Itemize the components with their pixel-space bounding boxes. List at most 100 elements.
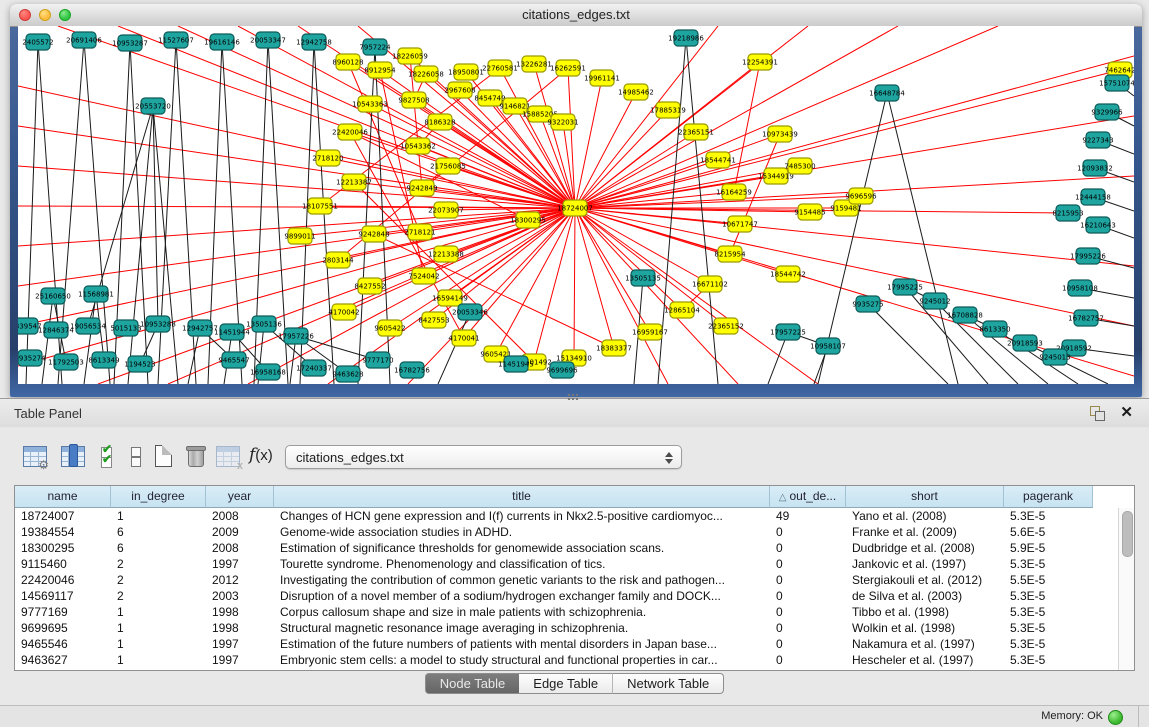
column-visibility-icon[interactable] [60, 443, 86, 469]
panel-split-handle[interactable] [567, 393, 579, 400]
graph-node[interactable]: 8427552 [354, 278, 385, 294]
column-header-name[interactable]: name [15, 486, 111, 508]
column-header-title[interactable]: title [274, 486, 770, 508]
graph-node[interactable]: 16262591 [550, 60, 586, 76]
column-header-in-degree[interactable]: in_degree [111, 486, 206, 508]
graph-node[interactable]: 16782756 [394, 362, 430, 378]
graph-node[interactable]: 18226059 [392, 48, 428, 64]
graph-node[interactable]: 10973439 [762, 126, 798, 142]
table-scrollbar[interactable] [1118, 508, 1134, 670]
graph-node[interactable]: 7524042 [408, 268, 439, 284]
deselect-rows-icon[interactable] [124, 443, 150, 469]
column-header-short[interactable]: short [846, 486, 1004, 508]
graph-node[interactable]: 9899011 [284, 228, 315, 244]
graph-node[interactable]: 12213387 [336, 174, 372, 190]
network-table-select[interactable]: citations_edges.txt [285, 445, 682, 469]
graph-node[interactable]: 16648784 [869, 85, 905, 101]
graph-node[interactable]: 7485300 [784, 158, 815, 174]
graph-node[interactable]: 11451944 [214, 324, 250, 340]
graph-node[interactable]: 20918593 [1007, 335, 1043, 351]
graph-node[interactable]: 17995226 [1070, 248, 1106, 264]
graph-node[interactable]: 10953287 [112, 35, 148, 51]
graph-node[interactable]: 8613350 [979, 321, 1010, 337]
graph-node[interactable]: 11568981 [78, 286, 114, 302]
graph-node[interactable]: 2718120 [312, 150, 343, 166]
tab-node-table[interactable]: Node Table [425, 673, 520, 694]
table-row[interactable]: 1872400712008Changes of HCN gene express… [15, 508, 1119, 524]
graph-node[interactable]: 19218986 [668, 30, 704, 46]
graph-node[interactable]: 10958107 [810, 338, 846, 354]
float-panel-icon[interactable] [1090, 406, 1105, 421]
graph-node[interactable]: 9322031 [547, 114, 578, 130]
table-scrollbar-thumb[interactable] [1122, 511, 1133, 557]
table-row[interactable]: 946362711997Embryonic stem cells: a mode… [15, 652, 1119, 668]
graph-node[interactable]: 9605422 [374, 320, 405, 336]
graph-node[interactable]: 17957225 [770, 324, 806, 340]
graph-node[interactable]: 9827508 [398, 92, 429, 108]
graph-node[interactable]: 22420046 [332, 124, 368, 140]
column-header-out-degree[interactable]: △out_de... [770, 486, 846, 508]
graph-node[interactable]: 4170042 [328, 304, 359, 320]
graph-node[interactable]: 20053347 [250, 32, 286, 48]
graph-node[interactable]: 9777170 [362, 352, 393, 368]
graph-node[interactable]: 9696596 [845, 188, 877, 204]
table-row[interactable]: 1938455462009Genome-wide association stu… [15, 524, 1119, 540]
graph-node[interactable]: 12942757 [182, 320, 218, 336]
graph-node[interactable]: 10671747 [722, 216, 758, 232]
graph-node[interactable]: 19616146 [204, 34, 240, 50]
window-titlebar[interactable]: citations_edges.txt [10, 4, 1142, 27]
graph-node[interactable]: 13226281 [516, 56, 552, 72]
graph-node[interactable]: 8215954 [714, 246, 746, 262]
graph-node[interactable]: 9227343 [1082, 132, 1113, 148]
close-panel-icon[interactable]: ✕ [1120, 403, 1133, 421]
table-options-icon[interactable]: ⚙ [22, 443, 48, 469]
graph-node[interactable]: 10543363 [352, 96, 388, 112]
graph-node[interactable]: 8912954 [364, 62, 396, 78]
graph-node[interactable]: 12846374 [38, 322, 74, 338]
graph-node[interactable]: 9329966 [1091, 104, 1123, 120]
new-column-icon[interactable] [151, 443, 177, 469]
graph-node[interactable]: 4170041 [448, 330, 479, 346]
table-row[interactable]: 1830029562008Estimation of significance … [15, 540, 1119, 556]
table-row[interactable]: 977716911998Corpus callosum shape and si… [15, 604, 1119, 620]
graph-node[interactable]: 8215953 [1052, 205, 1083, 221]
table-row[interactable]: 946554611997Estimation of the future num… [15, 636, 1119, 652]
graph-node[interactable]: 8427553 [418, 312, 449, 328]
graph-node[interactable]: 2967608 [444, 82, 475, 98]
graph-node[interactable]: 16671102 [692, 276, 728, 292]
graph-node[interactable]: 9245012 [919, 293, 950, 309]
column-header-pagerank[interactable]: pagerank [1004, 486, 1093, 508]
graph-node[interactable]: 9154485 [794, 204, 825, 220]
graph-node[interactable]: 9242849 [406, 180, 437, 196]
graph-node[interactable]: 9935274 [18, 350, 46, 366]
graph-node[interactable]: 1194523 [124, 356, 155, 372]
graph-node[interactable]: 20691406 [66, 32, 102, 48]
tab-network-table[interactable]: Network Table [612, 673, 724, 694]
graph-node[interactable]: 11527607 [158, 32, 194, 48]
table-row[interactable]: 1456911722003Disruption of a novel membe… [15, 588, 1119, 604]
graph-node[interactable]: 9245013 [1039, 349, 1070, 365]
table-row[interactable]: 911546021997Tourette syndrome. Phenomeno… [15, 556, 1119, 572]
graph-node[interactable]: 17240337 [296, 360, 332, 376]
graph-node[interactable]: 12254391 [742, 54, 778, 70]
graph-node[interactable]: 18226058 [408, 66, 444, 82]
graph-node[interactable]: 9242848 [358, 226, 389, 242]
network-canvas[interactable]: 1872400718226058982750881863281054336221… [18, 26, 1134, 384]
graph-node[interactable]: 15751074 [1099, 75, 1134, 91]
graph-node[interactable]: 10958108 [1062, 280, 1098, 296]
graph-node[interactable]: 20553720 [135, 98, 171, 114]
function-builder-icon[interactable]: f(x) [249, 445, 275, 471]
graph-node[interactable]: 5015133 [110, 320, 141, 336]
graph-node[interactable]: 9463628 [332, 366, 363, 382]
graph-node[interactable]: 2803144 [322, 252, 354, 268]
table-row[interactable]: 2242004622012Investigating the contribut… [15, 572, 1119, 588]
table-row[interactable]: 969969511998Structural magnetic resonanc… [15, 620, 1119, 636]
graph-node[interactable]: 8960128 [332, 54, 363, 70]
graph-node[interactable]: 8613349 [88, 352, 119, 368]
graph-node[interactable]: 14985462 [618, 84, 654, 100]
graph-node[interactable]: 12942758 [296, 34, 332, 50]
column-header-year[interactable]: year [206, 486, 274, 508]
graph-node[interactable]: 9465547 [218, 352, 249, 368]
delete-column-icon[interactable] [183, 443, 209, 469]
graph-node[interactable]: 9699696 [546, 362, 578, 378]
